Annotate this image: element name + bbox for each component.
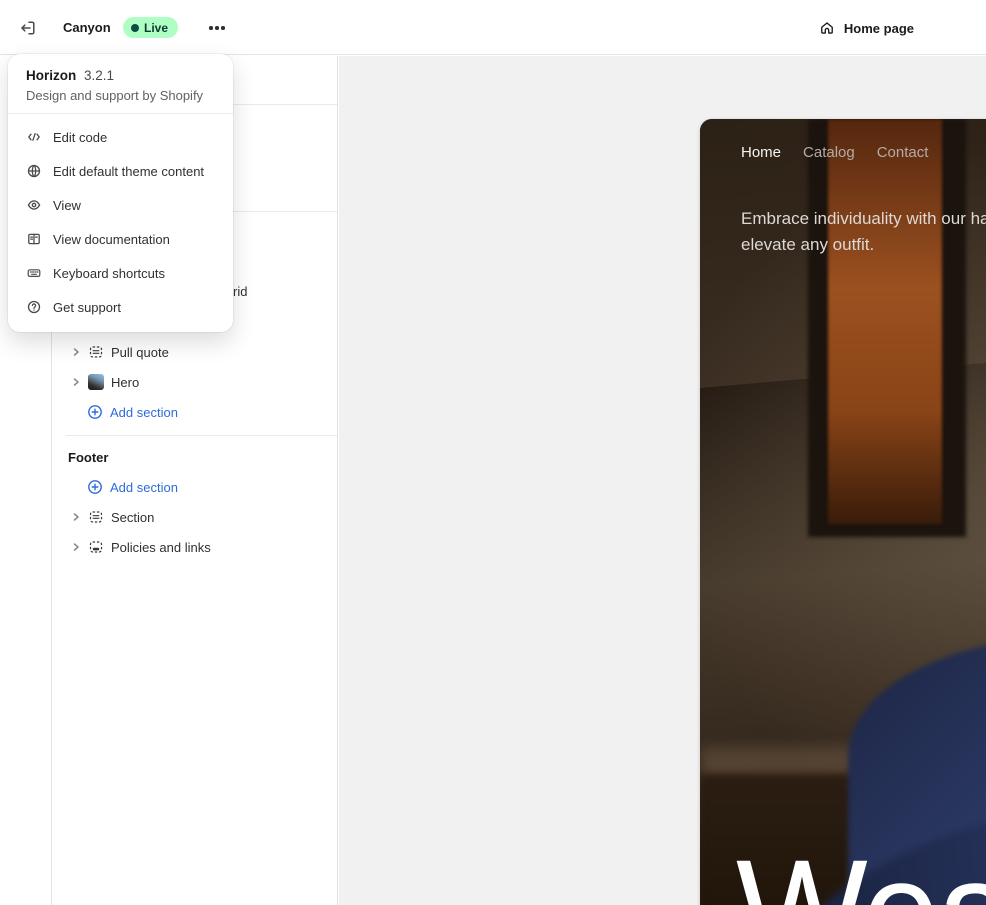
preview-hero-heading: Wear you [736, 837, 986, 905]
menu-item-get-support[interactable]: Get support [8, 290, 233, 324]
live-status-badge: Live [123, 17, 178, 38]
menu-item-label: Keyboard shortcuts [53, 266, 165, 281]
question-icon [26, 299, 42, 315]
section-icon [88, 344, 104, 360]
theme-name: Canyon [63, 0, 111, 55]
menu-item-edit-default-theme-content[interactable]: Edit default theme content [8, 154, 233, 188]
divider [66, 435, 337, 436]
chevron-right-icon[interactable] [70, 346, 82, 358]
menu-item-edit-code[interactable]: Edit code [8, 120, 233, 154]
add-section-button-footer[interactable]: Add section [52, 476, 337, 498]
exit-icon [18, 18, 38, 38]
theme-actions-menu-button[interactable] [202, 16, 232, 40]
home-icon [818, 19, 836, 37]
preview-nav: Home Catalog Contact [741, 144, 928, 161]
sidebar-item-label: Section [111, 510, 154, 525]
sidebar-item-label: Hero [111, 375, 139, 390]
sidebar-item-hero[interactable]: Hero [52, 371, 337, 393]
menu-item-label: Edit default theme content [53, 164, 204, 179]
menu-item-keyboard-shortcuts[interactable]: Keyboard shortcuts [8, 256, 233, 290]
theme-subtitle: Design and support by Shopify [26, 88, 217, 103]
preview-nav-catalog[interactable]: Catalog [803, 144, 855, 161]
page-selector[interactable]: Home page [814, 12, 918, 44]
live-badge-label: Live [144, 21, 168, 35]
theme-version: 3.2.1 [84, 68, 114, 83]
theme-title: Horizon 3.2.1 [26, 68, 217, 83]
photo-wood-panel [828, 119, 942, 524]
add-section-label: Add section [110, 405, 178, 420]
footer-group-heading: Footer [68, 450, 108, 465]
sidebar-item-section[interactable]: Section [52, 506, 337, 528]
keyboard-icon [26, 265, 42, 281]
topbar: Canyon Live Home page [0, 0, 986, 55]
footer-section-icon [88, 539, 104, 555]
plus-circle-icon [87, 404, 103, 420]
dropdown-header: Horizon 3.2.1 Design and support by Shop… [8, 68, 233, 113]
chevron-right-icon[interactable] [70, 376, 82, 388]
editor-canvas: Home Catalog Contact BrimCo Embrace indi… [339, 56, 986, 905]
menu-item-label: View documentation [53, 232, 170, 247]
book-icon [26, 231, 42, 247]
add-section-label: Add section [110, 480, 178, 495]
sidebar-item-pull-quote[interactable]: Pull quote [52, 341, 337, 363]
sidebar-item-label: Pull quote [111, 345, 169, 360]
menu-item-label: Get support [53, 300, 121, 315]
add-section-button[interactable]: Add section [52, 401, 337, 423]
eye-icon [26, 197, 42, 213]
preview-tagline: Embrace individuality with our handcraft… [741, 206, 986, 257]
theme-editor: Canyon Live Home page rid [0, 0, 986, 905]
page-selector-label: Home page [844, 21, 914, 36]
preview-nav-contact[interactable]: Contact [877, 144, 929, 161]
menu-item-label: View [53, 198, 81, 213]
chevron-right-icon[interactable] [70, 511, 82, 523]
sidebar-item-label: Policies and links [111, 540, 211, 555]
live-dot-icon [131, 24, 139, 32]
preview-tagline-line1: Embrace individuality with our handcraft… [741, 206, 986, 232]
storefront-preview[interactable]: Home Catalog Contact BrimCo Embrace indi… [700, 119, 986, 905]
preview-nav-home[interactable]: Home [741, 144, 781, 161]
chevron-right-icon[interactable] [70, 541, 82, 553]
menu-item-label: Edit code [53, 130, 107, 145]
globe-icon [26, 163, 42, 179]
exit-editor-button[interactable] [16, 16, 40, 40]
hero-thumbnail [88, 374, 104, 390]
menu-item-view[interactable]: View [8, 188, 233, 222]
theme-title-name: Horizon [26, 68, 76, 83]
sidebar-item-truncated[interactable]: rid [233, 284, 247, 299]
divider [8, 113, 233, 114]
plus-circle-icon [87, 479, 103, 495]
preview-tagline-line2: elevate any outfit. [741, 232, 986, 258]
theme-actions-dropdown: Horizon 3.2.1 Design and support by Shop… [8, 54, 233, 332]
menu-item-view-documentation[interactable]: View documentation [8, 222, 233, 256]
code-icon [26, 129, 42, 145]
sidebar-item-policies-and-links[interactable]: Policies and links [52, 536, 337, 558]
section-icon [88, 509, 104, 525]
